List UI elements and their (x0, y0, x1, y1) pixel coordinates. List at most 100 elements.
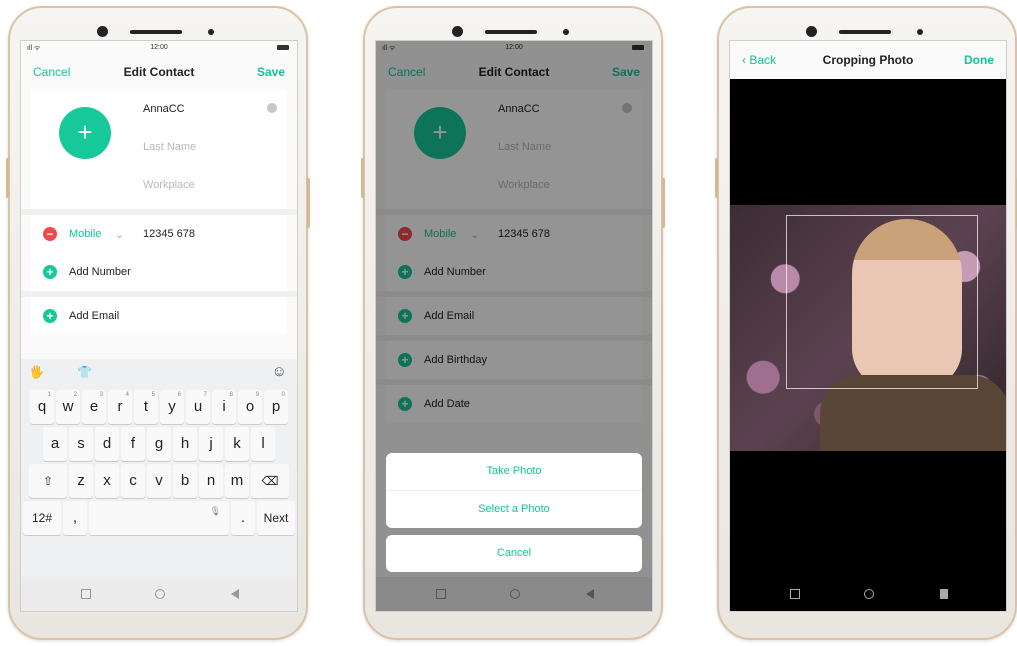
nav-bar: Cancel Edit Contact Save (21, 55, 297, 89)
emoji-icon[interactable]: ☺ (272, 363, 287, 380)
key[interactable]: g (147, 427, 171, 461)
status-time: 12:00 (150, 44, 168, 51)
contact-header-card: + AnnaCC Last Name Workplace (31, 89, 287, 209)
key[interactable]: h (173, 427, 197, 461)
keyboard: 🖐 👕 ☺ 1q 2w 3e 4r 5t 6y 7u 8i 9o 0p a s … (21, 359, 297, 579)
front-camera (97, 26, 108, 37)
key[interactable]: 7u (186, 390, 210, 424)
recent-apps-icon[interactable] (436, 589, 446, 599)
phone-section: − Mobile ⌄ 12345 678 + Add Number (31, 215, 287, 291)
take-photo-button[interactable]: Take Photo (386, 453, 642, 490)
screen: ‹ Back Cropping Photo Done (729, 40, 1007, 612)
phone-row: − Mobile ⌄ 12345 678 (31, 215, 287, 253)
key[interactable]: f (121, 427, 145, 461)
key[interactable]: 1q (30, 390, 54, 424)
screen: ıll ᯤ 12:00 Cancel Edit Contact Save + A… (375, 40, 653, 612)
nav-bar: ‹ Back Cropping Photo Done (730, 41, 1006, 79)
front-camera (806, 26, 817, 37)
speaker (130, 30, 182, 34)
battery-icon (277, 45, 289, 50)
back-icon[interactable] (231, 589, 239, 599)
home-icon[interactable] (510, 589, 520, 599)
key[interactable]: m (225, 464, 249, 498)
hand-icon[interactable]: 🖐 (29, 365, 44, 379)
keyboard-row-4: 12# , 🎙 . Next (21, 501, 297, 535)
mic-icon: 🎙 (209, 506, 221, 516)
power-button (307, 178, 310, 228)
first-name-field[interactable]: AnnaCC (143, 103, 185, 115)
status-bar: ıll ᯤ 12:00 (21, 41, 297, 55)
front-camera (452, 26, 463, 37)
remove-icon[interactable]: − (43, 227, 57, 241)
period-key[interactable]: . (231, 501, 255, 535)
key[interactable]: d (95, 427, 119, 461)
select-photo-button[interactable]: Select a Photo (386, 490, 642, 528)
photo-action-sheet: Take Photo Select a Photo (386, 453, 642, 528)
home-icon[interactable] (864, 589, 874, 599)
key[interactable]: n (199, 464, 223, 498)
keyboard-row-1: 1q 2w 3e 4r 5t 6y 7u 8i 9o 0p (21, 390, 297, 424)
key[interactable]: 2w (56, 390, 80, 424)
last-name-field[interactable]: Last Name (143, 141, 196, 153)
phone-cropping-photo: ‹ Back Cropping Photo Done (715, 6, 1017, 640)
keyboard-row-2: a s d f g h j k l (21, 427, 297, 461)
space-key[interactable]: 🎙 (89, 501, 229, 535)
add-email-row[interactable]: + Add Email (31, 297, 287, 335)
keyboard-toolbar: 🖐 👕 ☺ (21, 359, 297, 387)
page-title: Edit Contact (123, 65, 195, 79)
next-key[interactable]: Next (257, 501, 295, 535)
key[interactable]: x (95, 464, 119, 498)
home-icon[interactable] (155, 589, 165, 599)
backspace-key[interactable]: ⌫ (251, 464, 289, 498)
key[interactable]: a (43, 427, 67, 461)
volume-button (715, 158, 718, 198)
phone-edit-contact: ıll ᯤ 12:00 Cancel Edit Contact Save + A… (6, 6, 310, 640)
sensor (208, 29, 214, 35)
phone-add-photo-sheet: ıll ᯤ 12:00 Cancel Edit Contact Save + A… (361, 6, 665, 640)
volume-button (6, 158, 9, 198)
speaker (485, 30, 537, 34)
sheet-cancel-button[interactable]: Cancel (386, 535, 642, 572)
key[interactable]: 6y (160, 390, 184, 424)
screen: ıll ᯤ 12:00 Cancel Edit Contact Save + A… (20, 40, 298, 612)
add-photo-avatar[interactable]: + (59, 107, 111, 159)
key[interactable]: z (69, 464, 93, 498)
back-icon[interactable] (940, 589, 948, 599)
recent-apps-icon[interactable] (81, 589, 91, 599)
key[interactable]: 9o (238, 390, 262, 424)
add-email-label: Add Email (69, 310, 120, 322)
key[interactable]: k (225, 427, 249, 461)
key[interactable]: 0p (264, 390, 288, 424)
key[interactable]: j (199, 427, 223, 461)
key[interactable]: 3e (82, 390, 106, 424)
key[interactable]: 4r (108, 390, 132, 424)
sensor (563, 29, 569, 35)
crop-photo[interactable] (730, 205, 1006, 451)
back-icon[interactable] (586, 589, 594, 599)
key[interactable]: c (121, 464, 145, 498)
symbols-key[interactable]: 12# (23, 501, 61, 535)
save-button[interactable]: Save (257, 65, 285, 79)
chevron-down-icon[interactable]: ⌄ (115, 228, 124, 241)
key[interactable]: s (69, 427, 93, 461)
comma-key[interactable]: , (63, 501, 87, 535)
add-number-row[interactable]: + Add Number (31, 253, 287, 291)
shift-key[interactable]: ⇧ (29, 464, 67, 498)
phone-number-field[interactable]: 12345 678 (143, 228, 195, 240)
sheet-cancel-group: Cancel (386, 535, 642, 572)
recent-apps-icon[interactable] (790, 589, 800, 599)
shirt-icon[interactable]: 👕 (77, 365, 92, 379)
system-nav-bar (730, 577, 1006, 611)
workplace-field[interactable]: Workplace (143, 179, 195, 191)
done-button[interactable]: Done (964, 53, 994, 67)
sensor (917, 29, 923, 35)
phone-type-label[interactable]: Mobile (69, 228, 101, 240)
crop-frame[interactable] (786, 215, 978, 389)
key[interactable]: 5t (134, 390, 158, 424)
key[interactable]: v (147, 464, 171, 498)
settings-icon[interactable] (267, 103, 277, 113)
key[interactable]: l (251, 427, 275, 461)
key[interactable]: b (173, 464, 197, 498)
email-section: + Add Email (31, 297, 287, 335)
key[interactable]: 8i (212, 390, 236, 424)
